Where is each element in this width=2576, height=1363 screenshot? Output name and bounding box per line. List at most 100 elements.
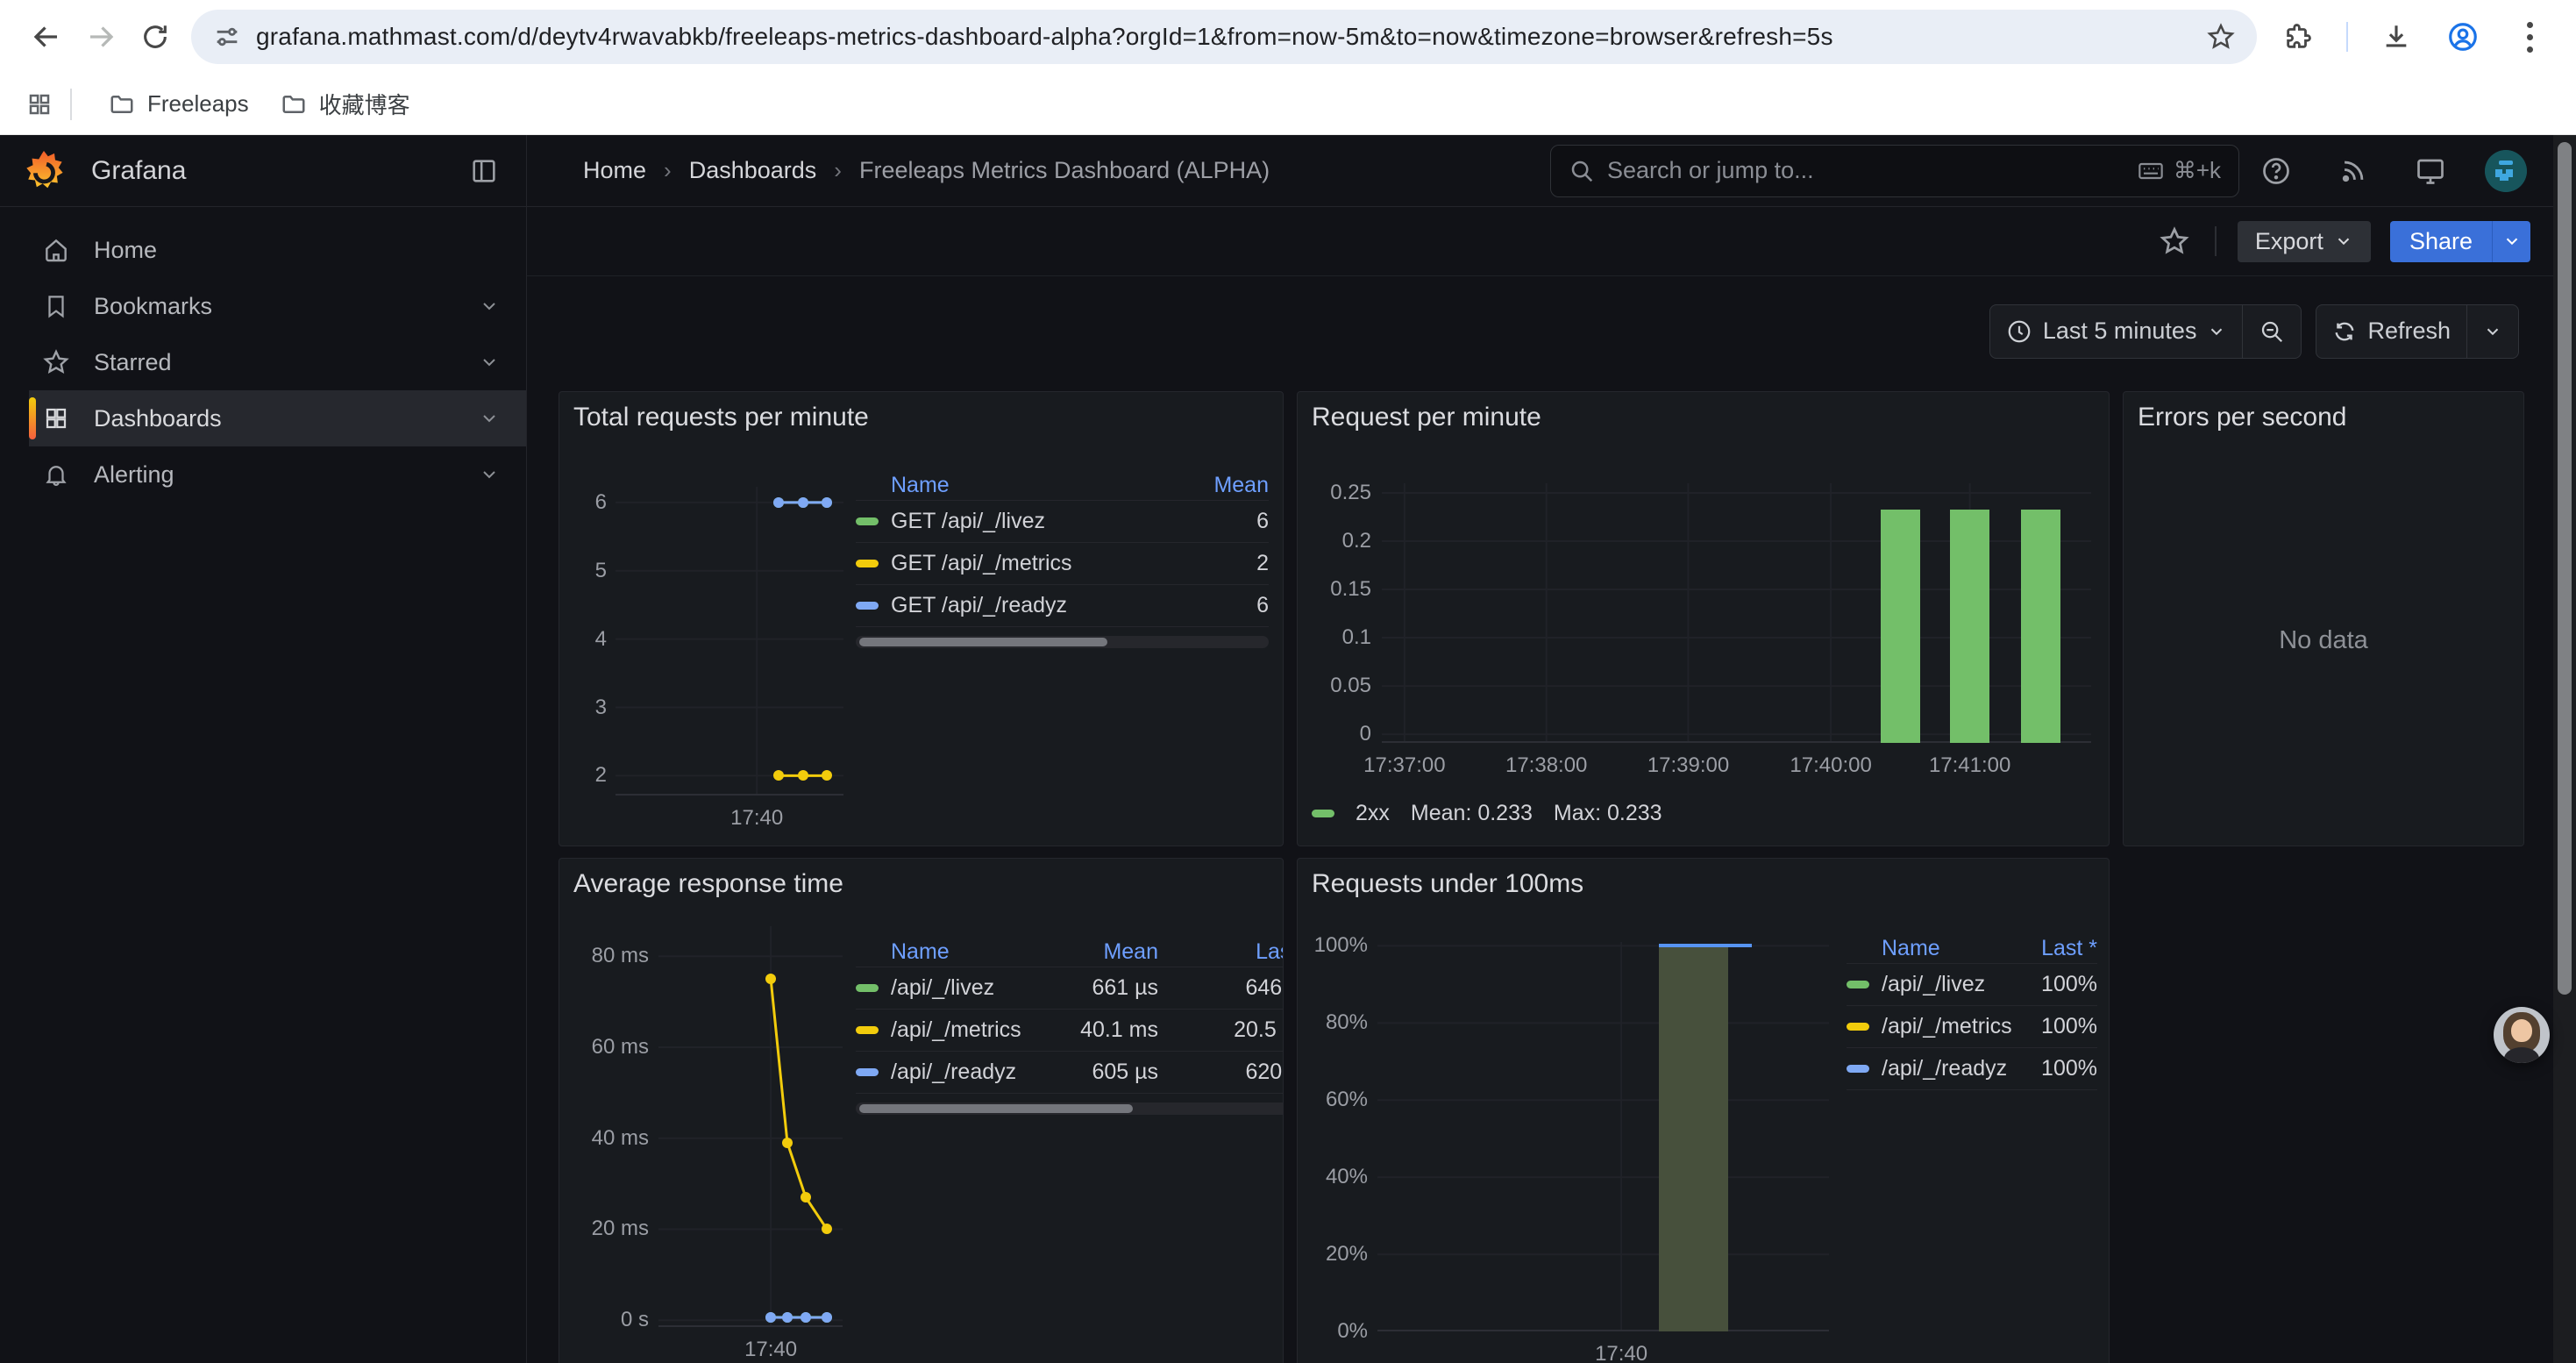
refresh-button[interactable]: Refresh <box>2316 305 2466 358</box>
url-bar[interactable]: grafana.mathmast.com/d/deytv4rwavabkb/fr… <box>191 10 2257 64</box>
series-name[interactable]: /api/_/metrics <box>1882 1014 2012 1039</box>
bookmark-folder-blogs[interactable]: 收藏博客 <box>265 81 426 127</box>
search-input[interactable]: Search or jump to... ⌘+k <box>1550 145 2239 197</box>
chevron-down-icon[interactable] <box>479 408 500 429</box>
series-name[interactable]: GET /api/_/livez <box>891 509 1045 534</box>
time-range-picker[interactable]: Last 5 minutes <box>1990 305 2243 358</box>
legend-col-mean[interactable]: Mean <box>1057 939 1158 965</box>
browser-menu-icon[interactable] <box>2502 10 2557 64</box>
news-rss-icon[interactable] <box>2334 152 2373 190</box>
zoom-out-button[interactable] <box>2242 305 2301 358</box>
chevron-down-icon[interactable] <box>479 352 500 373</box>
chevron-down-icon <box>2334 232 2353 251</box>
chevron-down-icon[interactable] <box>479 464 500 485</box>
sidebar-item-label: Alerting <box>94 461 456 489</box>
monitor-icon[interactable] <box>2411 152 2450 190</box>
series-mean: 6 <box>1190 593 1269 618</box>
series-swatch[interactable] <box>856 984 879 992</box>
series-name[interactable]: 2xx <box>1356 801 1390 826</box>
series-swatch[interactable] <box>856 1026 879 1034</box>
keyboard-icon <box>2137 157 2165 185</box>
bookmark-folder-freeleaps[interactable]: Freeleaps <box>93 83 265 125</box>
star-icon <box>41 347 71 377</box>
series-name[interactable]: /api/_/readyz <box>891 1060 1016 1085</box>
scrollbar-thumb[interactable] <box>2558 142 2572 995</box>
breadcrumb: Home › Dashboards › Freeleaps Metrics Da… <box>583 157 1270 184</box>
dock-menu-icon[interactable] <box>465 152 503 190</box>
chevron-down-icon[interactable] <box>479 296 500 317</box>
series-name[interactable]: GET /api/_/metrics <box>891 551 1072 576</box>
legend-row: /api/_/metrics 100% <box>1847 1006 2097 1048</box>
y-axis: 65432 <box>570 487 607 796</box>
plot-area[interactable]: 17:40 <box>1377 942 1829 1331</box>
y-axis: 0.250.20.150.10.050 <box>1308 483 1371 743</box>
panel-title[interactable]: Requests under 100ms <box>1312 869 1583 899</box>
series-name[interactable]: /api/_/metrics <box>891 1017 1021 1043</box>
legend-col-name[interactable]: Name <box>856 473 1190 498</box>
grafana-logo[interactable] <box>23 150 65 192</box>
series-name[interactable]: /api/_/livez <box>1882 972 1985 997</box>
legend-scrollbar[interactable] <box>856 1103 1284 1115</box>
panel-requests-under-100ms: Requests under 100ms 100%80%60%40%20%0% … <box>1297 858 2110 1363</box>
series-swatch[interactable] <box>856 517 879 525</box>
legend-row: /api/_/metrics 40.1 ms 20.5 ms <box>856 1010 1284 1052</box>
refresh-interval-chevron[interactable] <box>2466 305 2518 358</box>
series-swatch[interactable] <box>1312 810 1334 817</box>
series-swatch[interactable] <box>856 1068 879 1076</box>
legend-col-last[interactable]: Last * <box>1158 939 1284 965</box>
legend-col-name[interactable]: Name <box>1847 936 2014 961</box>
assistant-avatar[interactable] <box>2494 1007 2550 1063</box>
sidebar: Home Bookmarks Starred <box>0 207 527 1363</box>
url-text[interactable]: grafana.mathmast.com/d/deytv4rwavabkb/fr… <box>256 23 2206 51</box>
legend-table: Name Mean GET /api/_/livez 6 GET /api/_/… <box>856 471 1269 648</box>
back-icon[interactable] <box>19 10 74 64</box>
profile-icon[interactable] <box>2436 10 2490 64</box>
series-swatch[interactable] <box>1847 1065 1869 1073</box>
user-avatar[interactable] <box>2485 150 2527 192</box>
legend-col-last[interactable]: Last * <box>2014 936 2097 961</box>
panel-title[interactable]: Total requests per minute <box>573 403 869 432</box>
plot-area[interactable]: 17:40 <box>616 487 843 796</box>
series-swatch[interactable] <box>1847 1023 1869 1031</box>
plot-area[interactable]: 17:40 <box>658 926 843 1327</box>
grafana-header-left: Grafana <box>0 135 527 206</box>
series-swatch[interactable] <box>856 560 879 567</box>
extensions-icon[interactable] <box>2271 10 2325 64</box>
sidebar-item-bookmarks[interactable]: Bookmarks <box>29 278 526 334</box>
forward-icon[interactable] <box>74 10 128 64</box>
legend-col-mean[interactable]: Mean <box>1190 473 1269 498</box>
series-name[interactable]: /api/_/livez <box>891 975 994 1001</box>
series-name[interactable]: /api/_/readyz <box>1882 1056 2007 1081</box>
series-swatch[interactable] <box>1847 981 1869 988</box>
panel-title[interactable]: Request per minute <box>1312 403 1541 432</box>
share-button[interactable]: Share <box>2390 221 2492 262</box>
sidebar-item-starred[interactable]: Starred <box>29 334 526 390</box>
series-swatch[interactable] <box>856 602 879 610</box>
breadcrumb-home[interactable]: Home <box>583 157 646 184</box>
legend-col-name[interactable]: Name <box>856 939 1057 965</box>
apps-grid-icon[interactable] <box>26 91 53 118</box>
downloads-icon[interactable] <box>2369 10 2423 64</box>
bell-icon <box>41 460 71 489</box>
bookmark-star-icon[interactable] <box>2206 22 2236 52</box>
favorite-star-icon[interactable] <box>2155 222 2194 260</box>
sidebar-item-home[interactable]: Home <box>29 222 526 278</box>
plot-area[interactable]: 17:37:0017:38:0017:39:0017:40:0017:41:00 <box>1382 483 2091 743</box>
reload-icon[interactable] <box>128 10 182 64</box>
legend-scrollbar[interactable] <box>856 636 1269 648</box>
breadcrumb-separator: › <box>664 157 672 184</box>
panel-title[interactable]: Average response time <box>573 869 843 899</box>
site-settings-icon[interactable] <box>212 22 242 52</box>
sidebar-item-alerting[interactable]: Alerting <box>29 446 526 503</box>
under-100ms-chart: 100%80%60%40%20%0% 17:40 <box>1312 899 1838 1363</box>
share-menu-chevron[interactable] <box>2492 221 2530 262</box>
breadcrumb-current: Freeleaps Metrics Dashboard (ALPHA) <box>859 157 1270 184</box>
chevron-down-icon <box>2207 322 2226 341</box>
help-icon[interactable] <box>2257 152 2295 190</box>
sidebar-item-label: Bookmarks <box>94 293 456 320</box>
breadcrumb-dashboards[interactable]: Dashboards <box>689 157 817 184</box>
export-button[interactable]: Export <box>2238 221 2371 262</box>
sidebar-item-dashboards[interactable]: Dashboards <box>29 390 526 446</box>
page-scrollbar[interactable] <box>2553 135 2576 1363</box>
series-name[interactable]: GET /api/_/readyz <box>891 593 1067 618</box>
